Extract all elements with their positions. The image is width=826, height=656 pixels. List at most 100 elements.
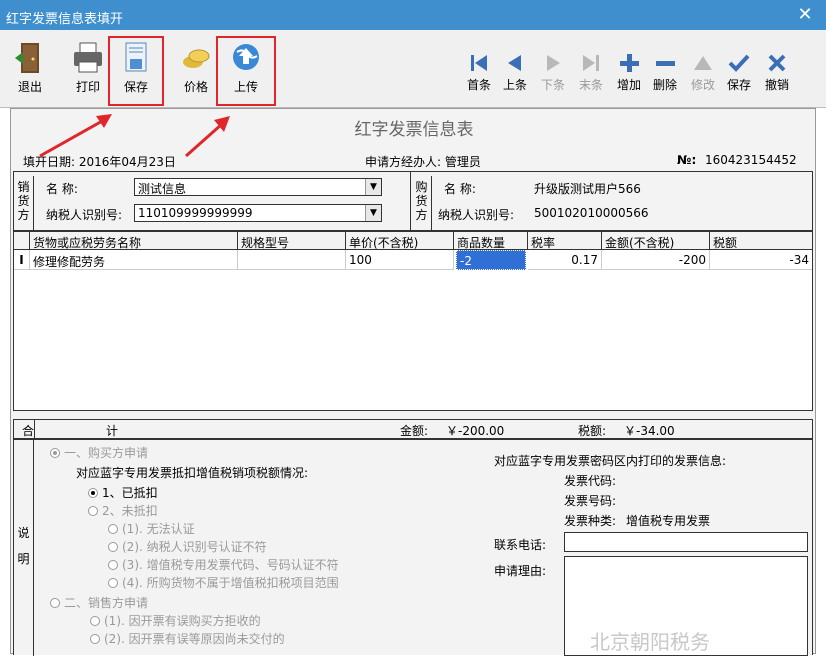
- blue-invoice-info-title: 对应蓝字专用发票密码区内打印的发票信息:: [494, 454, 727, 468]
- last-record-button[interactable]: 末条: [574, 52, 608, 93]
- table-cell-name[interactable]: 修理修配劳务: [30, 250, 238, 270]
- column-header: 税率: [528, 232, 602, 250]
- window-titlebar: 红字发票信息表填开 ✕: [0, 0, 826, 30]
- seller-reason-option-2[interactable]: (2). 因开票有误等原因尚未交付的: [90, 630, 285, 647]
- seller-taxid-label: 纳税人识别号:: [46, 208, 123, 222]
- party-section: 销货方 名 称: 测试信息 ▼ 纳税人识别号: 110109999999999 …: [13, 171, 813, 231]
- reason-label-4: (4). 所购货物不属于增值税扣税项目范围: [122, 576, 339, 590]
- cross-icon: [768, 54, 786, 72]
- party-divider: [410, 172, 411, 230]
- buyer-name-value: 升级版测试用户566: [534, 182, 641, 196]
- form-title: 红字发票信息表: [354, 120, 474, 140]
- total-label-2: 计: [106, 424, 119, 438]
- invoice-kind-label: 发票种类:: [564, 514, 617, 528]
- reason-option-2[interactable]: (2). 纳税人识别号认证不符: [108, 538, 267, 555]
- print-label: 打印: [75, 80, 100, 94]
- invoice-code-label: 发票代码:: [564, 474, 617, 488]
- not-deducted-label: 2、未抵扣: [102, 504, 158, 518]
- table-cell-price[interactable]: 100: [346, 250, 454, 270]
- first-record-button[interactable]: 首条: [462, 52, 496, 93]
- chevron-down-icon[interactable]: ▼: [365, 205, 381, 221]
- close-icon[interactable]: ✕: [794, 4, 816, 26]
- row-marker[interactable]: I: [14, 250, 30, 270]
- prev-record-button[interactable]: 上条: [498, 52, 532, 93]
- table-cell-tax[interactable]: -34: [710, 250, 812, 270]
- watermark: 北京朝阳税务: [590, 630, 710, 654]
- number-label: №:: [677, 153, 697, 167]
- last-record-label: 末条: [578, 78, 603, 92]
- buyer-taxid-value: 500102010000566: [534, 206, 649, 220]
- table-cell-quantity[interactable]: -2: [456, 250, 526, 270]
- table-cell-rate[interactable]: 0.17: [528, 250, 602, 270]
- confirm-save-button[interactable]: 保存: [722, 52, 756, 93]
- window-title: 红字发票信息表填开: [6, 12, 124, 27]
- buyer-apply-option[interactable]: 一、购买方申请: [50, 444, 148, 461]
- fill-date: 填开日期: 2016年04月23日: [23, 155, 176, 169]
- confirm-save-label: 保存: [726, 78, 751, 92]
- price-button[interactable]: 价格: [174, 40, 218, 95]
- cancel-label: 撤销: [764, 78, 789, 92]
- table-cell-spec[interactable]: [238, 250, 346, 270]
- add-button[interactable]: 增加: [612, 52, 646, 93]
- table-cell-amount[interactable]: -200: [602, 250, 710, 270]
- total-amount-label: 金额:: [400, 424, 429, 438]
- delete-button[interactable]: 删除: [648, 52, 682, 93]
- buyer-name-label: 名 称:: [444, 182, 476, 196]
- modify-button[interactable]: 修改: [686, 52, 720, 93]
- buyer-taxid-label: 纳税人识别号:: [438, 208, 515, 222]
- reason-option-3[interactable]: (3). 增值税专用发票代码、号码认证不符: [108, 556, 339, 573]
- last-record-icon: [583, 55, 599, 71]
- red-invoice-form: 红字发票信息表 填开日期: 2016年04月23日 申请方经办人: 管理员 №:…: [10, 108, 816, 656]
- next-record-icon: [547, 55, 560, 71]
- phone-input[interactable]: [564, 532, 808, 552]
- save-highlight-box: [108, 36, 164, 106]
- reason-option-1[interactable]: (1). 无法认证: [108, 520, 195, 537]
- column-header: 单价(不含税): [346, 232, 454, 250]
- notes-label: 说明: [14, 440, 34, 656]
- notes-section: 说明 一、购买方申请 对应蓝字专用发票抵扣增值税销项税额情况: 1、已抵扣 2、…: [13, 439, 813, 656]
- total-row: 合 计 金额: ￥-200.00 税额: ￥-34.00: [13, 419, 813, 439]
- seller-taxid-input[interactable]: 110109999999999 ▼: [134, 204, 382, 222]
- seller-name-input[interactable]: 测试信息 ▼: [134, 178, 382, 196]
- deducted-label: 1、已抵扣: [102, 486, 158, 500]
- cancel-button[interactable]: 撤销: [760, 52, 794, 93]
- column-header: 货物或应税劳务名称: [30, 232, 238, 250]
- column-header: 商品数量: [454, 232, 528, 250]
- reason-option-4[interactable]: (4). 所购货物不属于增值税扣税项目范围: [108, 574, 339, 591]
- prev-record-label: 上条: [502, 78, 527, 92]
- seller-reason-option-1[interactable]: (1). 因开票有误购买方拒收的: [90, 612, 261, 629]
- form-number: 160423154452: [705, 153, 797, 167]
- column-header: 规格型号: [238, 232, 346, 250]
- seller-label: 销货方: [14, 176, 34, 230]
- seller-reason-label-2: (2). 因开票有误等原因尚未交付的: [104, 632, 285, 646]
- total-divider: [34, 420, 35, 438]
- next-record-label: 下条: [540, 78, 565, 92]
- applicant: 申请方经办人: 管理员: [365, 155, 481, 169]
- total-tax-value: ￥-34.00: [624, 424, 675, 438]
- seller-apply-option[interactable]: 二、销售方申请: [50, 594, 148, 611]
- deduction-desc: 对应蓝字专用发票抵扣增值税销项税额情况:: [76, 466, 309, 480]
- total-label-1: 合: [22, 424, 35, 438]
- exit-label: 退出: [17, 80, 42, 94]
- invoice-number-label: 发票号码:: [564, 494, 617, 508]
- prev-record-icon: [508, 55, 521, 71]
- checkmark-icon: [728, 54, 750, 72]
- invoice-kind-value: 增值税专用发票: [626, 514, 711, 528]
- chevron-down-icon[interactable]: ▼: [365, 179, 381, 195]
- modify-triangle-icon: [694, 56, 712, 70]
- printer-icon: [74, 42, 102, 73]
- total-amount-value: ￥-200.00: [446, 424, 505, 438]
- reason-label: 申请理由:: [494, 564, 547, 578]
- deducted-option[interactable]: 1、已抵扣: [88, 484, 158, 501]
- print-button[interactable]: 打印: [66, 40, 110, 95]
- exit-door-icon: [15, 43, 39, 73]
- column-header: 金额(不含税): [602, 232, 710, 250]
- exit-button[interactable]: 退出: [8, 40, 52, 95]
- minus-icon: [656, 61, 675, 66]
- next-record-button[interactable]: 下条: [536, 52, 570, 93]
- first-record-label: 首条: [466, 78, 491, 92]
- price-label: 价格: [183, 80, 208, 94]
- not-deducted-option[interactable]: 2、未抵扣: [88, 502, 158, 519]
- buyer-label: 购货方: [412, 176, 432, 230]
- coins-icon: [183, 49, 210, 68]
